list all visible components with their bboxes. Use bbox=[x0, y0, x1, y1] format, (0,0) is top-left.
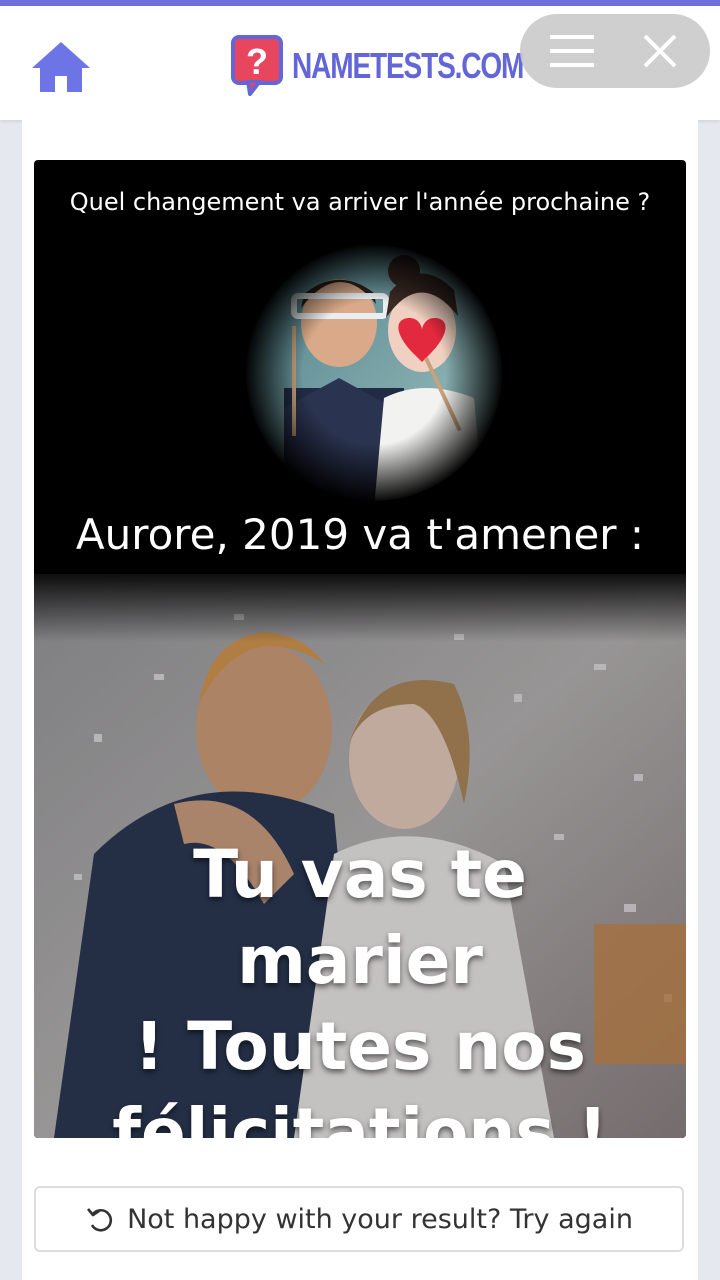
result-text: Tu vas te marier ! Toutes nos félicitati… bbox=[74, 832, 646, 1138]
result-line: ! Toutes nos bbox=[134, 1008, 586, 1085]
quiz-question: Quel changement va arriver l'année proch… bbox=[69, 188, 651, 216]
home-button[interactable] bbox=[30, 38, 92, 94]
try-again-label: Not happy with your result? Try again bbox=[127, 1203, 633, 1235]
result-heading: Aurore, 2019 va t'amener : bbox=[75, 510, 645, 559]
result-card: Quel changement va arriver l'année proch… bbox=[34, 160, 686, 1138]
close-icon bbox=[643, 34, 677, 68]
undo-icon bbox=[87, 1208, 113, 1232]
site-header: ? NAMETESTS.COM bbox=[0, 6, 720, 120]
try-again-button[interactable]: Not happy with your result? Try again bbox=[34, 1186, 684, 1252]
browser-controls bbox=[520, 14, 710, 88]
logo-mark-text: ? bbox=[246, 41, 268, 82]
home-icon bbox=[32, 42, 90, 92]
question-bubble-icon: ? bbox=[231, 35, 283, 96]
hamburger-menu-icon bbox=[550, 35, 594, 67]
profile-photo bbox=[244, 243, 504, 503]
result-line: félicitations ! bbox=[112, 1094, 608, 1138]
result-line: Tu vas te marier bbox=[193, 836, 527, 999]
close-button[interactable] bbox=[642, 33, 678, 69]
menu-button[interactable] bbox=[550, 33, 594, 69]
logo-text: NAMETESTS.COM bbox=[292, 45, 524, 86]
